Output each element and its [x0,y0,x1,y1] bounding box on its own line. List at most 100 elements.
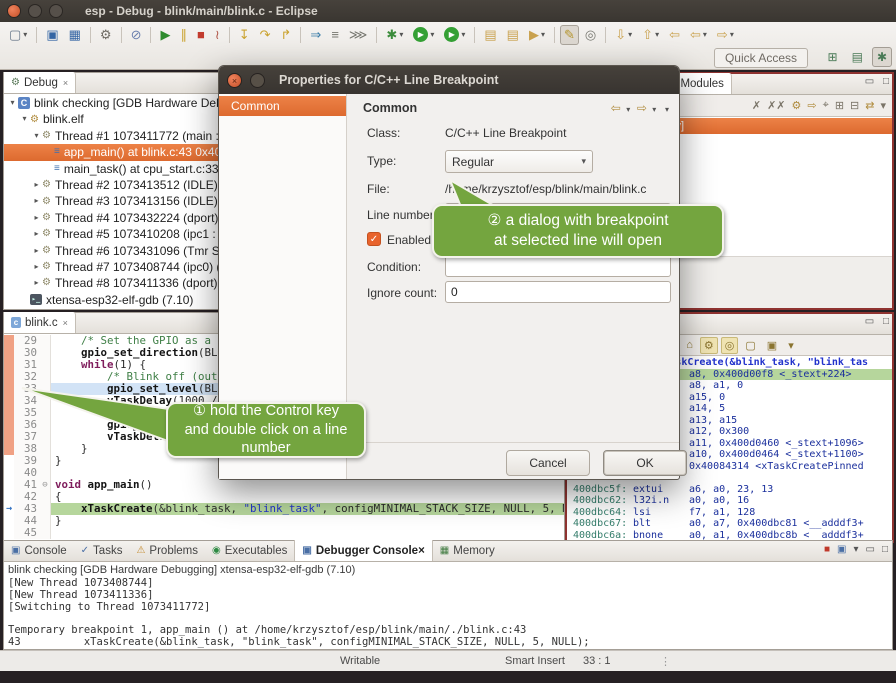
window-maximize-icon[interactable] [49,4,63,18]
condition-input[interactable] [445,255,671,277]
chevron-down-icon[interactable]: ▾ [730,30,734,39]
debug-tree-item[interactable]: ≡app_main() at blink.c:43 0x400dbc [4,144,228,160]
console-output[interactable]: [New Thread 1073408744][New Thread 10734… [8,578,890,648]
debug-tree-item[interactable]: ▾⚙Thread #1 1073411772 (main : Runn [4,128,228,144]
terminate-icon[interactable]: ■ [824,544,830,555]
tab-executables[interactable]: ◉Executables [205,540,294,561]
step-over-icon[interactable]: ↷ [256,25,275,45]
flash-download-icon[interactable]: ▶▾ [525,25,549,45]
debug-tree-item[interactable]: ▸⚙Thread #7 1073408744 (ipc0) (Susp [4,259,228,275]
tab-blink-c[interactable]: c blink.c × [4,312,76,333]
cancel-button[interactable]: Cancel [506,450,590,476]
tab-console[interactable]: ▣Console [4,540,74,561]
tree-expand-icon[interactable]: ▾ [31,128,42,144]
chevron-down-icon[interactable]: ▾ [430,30,434,39]
tab-debugger-console[interactable]: ▣Debugger Console× [294,540,432,561]
chevron-down-icon[interactable]: ▾ [541,30,545,39]
chevron-down-icon[interactable]: ▾ [703,30,707,39]
tree-expand-icon[interactable]: ▸ [31,243,42,259]
tab-tasks[interactable]: ✓Tasks [74,540,130,561]
fold-collapse-icon[interactable]: ⊖ [40,479,51,491]
minimize-view-icon[interactable]: ▭ [865,316,874,327]
run-config-icon[interactable]: ▶▾ [409,25,438,44]
remove-icon[interactable]: ✗ [752,99,761,112]
save-icon[interactable]: ▣ [42,25,62,45]
modules-selected-row[interactable]: rary] [660,118,892,134]
back-icon[interactable]: ⇦ [611,101,621,115]
external-tools-icon[interactable]: ▶▾ [440,25,469,44]
debug-tree-item[interactable]: ▾Cblink checking [GDB Hardware Debug [4,95,228,111]
mark-occurrences-icon[interactable]: ✎ [560,25,579,45]
debug-tree-item[interactable]: ▾⚙blink.elf [4,111,228,127]
maximize-icon[interactable]: □ [882,544,888,555]
close-tab-icon[interactable]: × [63,318,68,328]
tree-expand-icon[interactable]: ▸ [31,193,42,209]
chevron-down-icon[interactable]: ▾ [628,30,632,39]
new-wizard-icon[interactable]: ▢▾ [5,25,31,45]
ok-button[interactable]: OK [603,450,687,476]
sync-icon[interactable]: ⚙ [700,337,718,354]
disassembly-line[interactable]: 400dbc62:l32i.na0, a0, 16 [567,495,892,507]
close-tab-icon[interactable]: × [418,545,425,557]
debug-config-icon[interactable]: ✱▾ [382,25,407,45]
tree-expand-icon[interactable]: ▾ [7,95,18,111]
build-binary-icon[interactable]: ⚙ [96,25,116,45]
cpp-perspective-icon[interactable]: ▤ [847,47,868,67]
step-return-icon[interactable]: ↱ [277,25,296,45]
tree-expand-icon[interactable]: ▾ [19,111,30,127]
link-with-debug-icon[interactable]: ⇄ [865,99,874,112]
home-icon[interactable]: ⌂ [682,337,697,353]
window-close-icon[interactable] [7,4,21,18]
disassembly-line[interactable]: 400dbc67:blta0, a7, 0x400dbc81 <__adddf3… [567,518,892,530]
maximize-view-icon[interactable]: □ [883,316,889,327]
chevron-down-icon[interactable]: ▾ [655,30,659,39]
open-perspective-icon[interactable]: ⊞ [823,47,843,67]
view-menu-icon[interactable]: ▾ [880,99,886,112]
tree-expand-icon[interactable]: ▸ [31,226,42,242]
back-icon[interactable]: ⇦▾ [686,25,711,45]
view-menu-icon[interactable]: ▾ [784,337,798,354]
debug-tree-item[interactable]: ▸⚙Thread #6 1073431096 (Tmr Svc) (S [4,243,228,259]
open-element-icon[interactable]: ▤ [480,25,500,45]
forward-icon[interactable]: ⇨ [637,101,647,115]
editor-line[interactable]: 45 [4,527,564,539]
ignore-count-input[interactable] [445,281,671,303]
show-threads-icon[interactable]: ≡ [327,25,343,45]
debug-perspective-icon[interactable]: ✱ [872,47,892,67]
debug-tree-item[interactable]: ▸⚙Thread #3 1073413156 (IDLE) (Susp [4,193,228,209]
deselect-icon[interactable]: ⌖ [823,99,829,112]
quick-access-button[interactable]: Quick Access [714,48,808,68]
chevron-down-icon[interactable]: ▾ [23,30,27,39]
tree-expand-icon[interactable]: ▸ [31,259,42,275]
debug-tree-item[interactable]: ▸⚙Thread #5 1073410208 (ipc1 : Runni [4,226,228,242]
maximize-view-icon[interactable]: □ [883,76,889,87]
disassembly-line[interactable]: 400dbc64:lsif7, a1, 128 [567,507,892,519]
close-tab-icon[interactable]: × [63,78,68,88]
chevron-down-icon[interactable]: ▾ [461,30,465,39]
disconnect-icon[interactable]: ≀ [211,25,224,45]
show-source-icon[interactable]: ◎ [721,337,739,354]
display-console-icon[interactable]: ▣ [837,544,846,555]
run-to-line-icon[interactable]: ⇒ [306,25,325,45]
back-history-icon[interactable]: ⇦ [665,25,684,45]
resume-icon[interactable]: ▶ [156,25,174,45]
pin-editor-icon[interactable]: ⇩▾ [611,25,636,45]
remove-all-icon[interactable]: ✗✗ [767,99,785,112]
tab-debug[interactable]: ⚙ Debug × [4,72,76,93]
minimize-view-icon[interactable]: ▭ [865,76,874,87]
collapse-all-icon[interactable]: ⊟ [850,99,859,112]
suspend-icon[interactable]: ∥ [176,25,191,45]
minimize-icon[interactable]: ▭ [866,544,875,555]
debug-tree-item[interactable]: ▸⚙Thread #4 1073432224 (dport) (Sus [4,210,228,226]
type-select[interactable]: Regular ▾ [445,150,593,173]
debug-tree-item[interactable]: ▸⚙Thread #2 1073413512 (IDLE) (Susp [4,177,228,193]
open-resource-icon[interactable]: ▤ [503,25,523,45]
goto-last-edit-icon[interactable]: ⇧▾ [638,25,663,45]
view-menu-icon[interactable]: ▾ [665,105,669,114]
enabled-checkbox[interactable]: ✓ [367,232,381,246]
forward-icon[interactable]: ⇨▾ [713,25,738,45]
dialog-sidebar-item-common[interactable]: Common [219,96,346,116]
debug-tree-item[interactable]: ▸⚙Thread #8 1073411336 (dport) (Sus [4,275,228,291]
dialog-minimize-icon[interactable] [250,73,265,88]
status-overflow-icon[interactable]: ⋮ [660,655,671,668]
